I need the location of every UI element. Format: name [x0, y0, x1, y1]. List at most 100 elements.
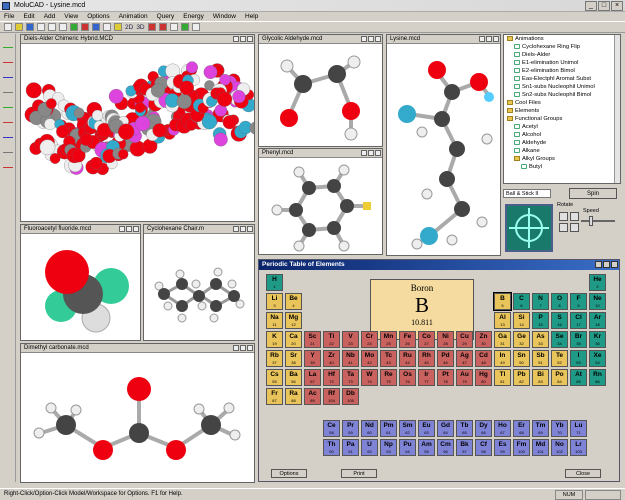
dimethyl-carbonate-molecule-view[interactable]	[21, 353, 254, 482]
element-cell-fr[interactable]: Fr 87	[266, 388, 283, 405]
element-cell-in[interactable]: In 49	[494, 350, 511, 367]
element-cell-f[interactable]: F9	[570, 293, 587, 310]
element-cell-ce[interactable]: Ce 58	[323, 420, 340, 437]
menu-edit[interactable]: Edit	[23, 12, 34, 21]
window-maximize-icon[interactable]	[603, 261, 610, 268]
window-minimize-icon[interactable]	[119, 226, 125, 232]
file-tree-panel[interactable]: Animations Cyclohexane Ring Flip Diels-Ald…	[503, 34, 621, 184]
speed-slider-thumb[interactable]	[588, 216, 593, 226]
add-atom-icon[interactable]	[70, 23, 78, 31]
element-cell-md[interactable]: Md 101	[532, 439, 549, 456]
zoom-icon[interactable]	[103, 23, 111, 31]
element-cell-dy[interactable]: Dy 66	[475, 420, 492, 437]
element-cell-no[interactable]: No 102	[551, 439, 568, 456]
element-cell-tm[interactable]: Tm 69	[532, 420, 549, 437]
menu-add[interactable]: Add	[44, 12, 56, 21]
element-cell-np[interactable]: Np 93	[380, 439, 397, 456]
element-cell-pt[interactable]: Pt 78	[437, 369, 454, 386]
element-cell-na[interactable]: Na 11	[266, 312, 283, 329]
view-3d-button[interactable]: 3D	[136, 24, 144, 31]
element-cell-c[interactable]: C6	[513, 293, 530, 310]
window-close-icon[interactable]	[247, 226, 253, 232]
element-cell-pr[interactable]: Pr 59	[342, 420, 359, 437]
window-minimize-icon[interactable]	[361, 150, 367, 156]
options-button[interactable]: Options	[271, 469, 307, 478]
element-cell-ti[interactable]: Ti 22	[323, 331, 340, 348]
element-cell-am[interactable]: Am 95	[418, 439, 435, 456]
element-cell-pu[interactable]: Pu 94	[399, 439, 416, 456]
element-cell-sn[interactable]: Sn 50	[513, 350, 530, 367]
element-cell-i[interactable]: I 53	[570, 350, 587, 367]
element-cell-bi[interactable]: Bi 83	[532, 369, 549, 386]
print-button[interactable]: Print	[341, 469, 377, 478]
open-folder-icon[interactable]	[15, 23, 23, 31]
element-cell-fe[interactable]: Fe 26	[399, 331, 416, 348]
fluoroacetyl-molecule-view[interactable]	[21, 234, 140, 340]
element-cell-ar[interactable]: Ar 18	[589, 312, 606, 329]
record-icon[interactable]	[158, 23, 167, 31]
dimethyl-carbonate-window[interactable]: Dimethyl carbonate.mcd	[20, 343, 255, 483]
element-cell-s[interactable]: S 16	[551, 312, 568, 329]
element-cell-gd[interactable]: Gd 64	[437, 420, 454, 437]
tree-item[interactable]: Sn2-subs Nucleophil Bimol	[504, 91, 620, 99]
move-tool-icon[interactable]	[2, 147, 13, 153]
measure-icon[interactable]	[114, 23, 122, 31]
tree-item[interactable]: E2-elimination Bimol	[504, 67, 620, 75]
element-cell-y[interactable]: Y 39	[304, 350, 321, 367]
rotate-left-button[interactable]	[570, 212, 579, 221]
window-minimize-icon[interactable]	[233, 36, 239, 42]
delete-atom-icon[interactable]	[81, 23, 89, 31]
periodic-table-window[interactable]: Periodic Table of Elements Boron B 10.81…	[258, 259, 620, 482]
speed-slider-track[interactable]	[581, 220, 615, 222]
element-cell-cm[interactable]: Cm 96	[437, 439, 454, 456]
element-cell-mg[interactable]: Mg 12	[285, 312, 302, 329]
element-cell-ne[interactable]: Ne 10	[589, 293, 606, 310]
element-cell-rf[interactable]: Rf 104	[323, 388, 340, 405]
element-cell-er[interactable]: Er 68	[513, 420, 530, 437]
close-button[interactable]: ×	[611, 1, 623, 11]
spin-button[interactable]: Spin	[569, 188, 617, 199]
tree-item[interactable]: Alkane	[504, 147, 620, 155]
element-cell-ra[interactable]: Ra 88	[285, 388, 302, 405]
element-cell-v[interactable]: V 23	[342, 331, 359, 348]
save-icon[interactable]	[26, 23, 34, 31]
element-cell-rh[interactable]: Rh 45	[418, 350, 435, 367]
element-cell-cf[interactable]: Cf 98	[475, 439, 492, 456]
element-cell-ba[interactable]: Ba 56	[285, 369, 302, 386]
element-cell-pd[interactable]: Pd 46	[437, 350, 454, 367]
select-tool-icon[interactable]	[2, 132, 13, 138]
element-cell-h[interactable]: H1	[266, 274, 283, 291]
rotate-down-button[interactable]	[559, 223, 568, 232]
window-maximize-icon[interactable]	[368, 36, 374, 42]
element-cell-pa[interactable]: Pa 91	[342, 439, 359, 456]
element-cell-ru[interactable]: Ru 44	[399, 350, 416, 367]
element-cell-p[interactable]: P 15	[532, 312, 549, 329]
element-cell-cl[interactable]: Cl 17	[570, 312, 587, 329]
glycolic-molecule-view[interactable]	[259, 44, 382, 146]
window-minimize-icon[interactable]	[233, 226, 239, 232]
window-close-icon[interactable]	[133, 226, 139, 232]
element-cell-cu[interactable]: Cu 29	[456, 331, 473, 348]
minimize-button[interactable]: _	[585, 1, 597, 11]
element-cell-sc[interactable]: Sc 21	[304, 331, 321, 348]
chain-tool-icon[interactable]	[2, 87, 13, 93]
element-cell-nd[interactable]: Nd 60	[361, 420, 378, 437]
tree-folder[interactable]: Elements	[504, 107, 620, 115]
element-cell-mn[interactable]: Mn 25	[380, 331, 397, 348]
glycolic-window[interactable]: Glycolic Aldehyde.mcd	[258, 34, 383, 147]
element-cell-be[interactable]: Be 4	[285, 293, 302, 310]
element-cell-sm[interactable]: Sm 62	[399, 420, 416, 437]
element-cell-xe[interactable]: Xe 54	[589, 350, 606, 367]
element-cell-kr[interactable]: Kr 36	[589, 331, 606, 348]
charge-tool-icon[interactable]	[2, 162, 13, 168]
element-cell-fm[interactable]: Fm 100	[513, 439, 530, 456]
menu-animation[interactable]: Animation	[119, 12, 148, 21]
element-cell-sr[interactable]: Sr 38	[285, 350, 302, 367]
window-maximize-icon[interactable]	[240, 36, 246, 42]
tree-item[interactable]: Acetyl	[504, 123, 620, 131]
menu-options[interactable]: Options	[87, 12, 109, 21]
tree-item[interactable]: Alcohol	[504, 131, 620, 139]
rotate-icon[interactable]	[92, 23, 100, 31]
element-cell-tb[interactable]: Tb 65	[456, 420, 473, 437]
window-close-icon[interactable]	[375, 36, 381, 42]
